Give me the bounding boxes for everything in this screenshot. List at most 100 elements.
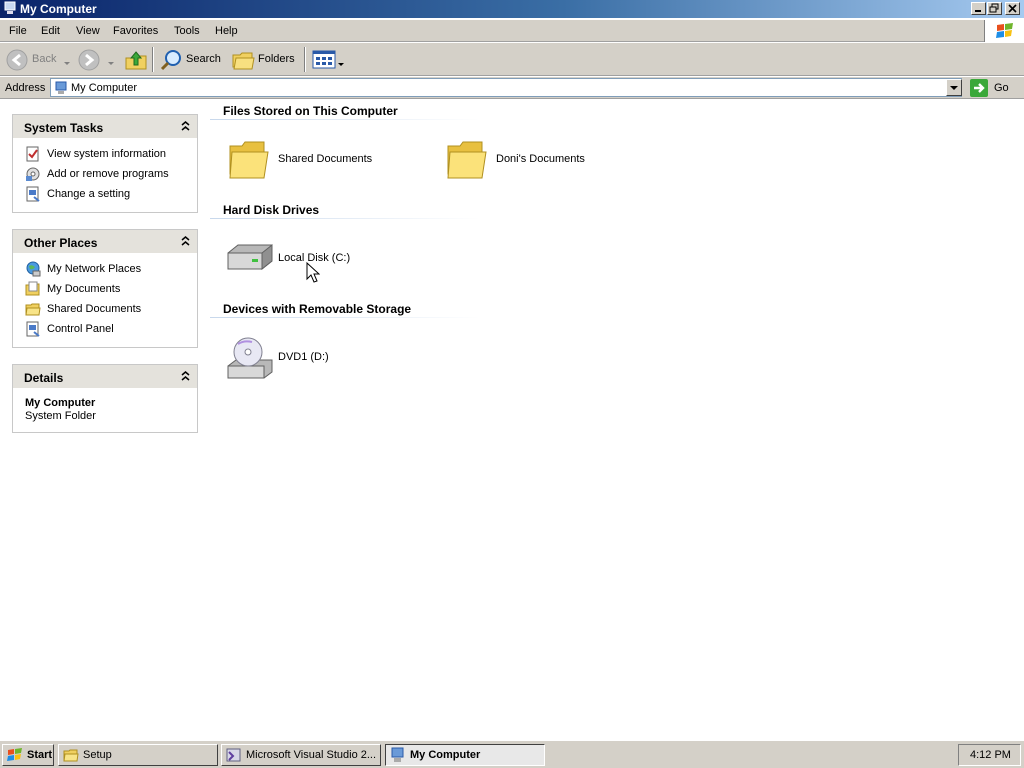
collapse-chevron-icon[interactable] [181, 121, 190, 134]
link-label: Shared Documents [47, 303, 142, 315]
group-divider [210, 317, 480, 318]
system-information-icon [25, 146, 41, 162]
local-disk-c-item[interactable]: Local Disk (C:) [226, 237, 366, 281]
system-tasks-title: System Tasks [24, 121, 104, 135]
item-label: Shared Documents [278, 153, 373, 165]
address-input[interactable]: My Computer [50, 78, 962, 97]
my-computer-icon [3, 1, 17, 18]
details-type: System Folder [25, 410, 96, 422]
folders-label: Folders [258, 53, 295, 65]
menu-favorites[interactable]: Favorites [113, 25, 158, 37]
up-folder-button[interactable] [124, 43, 148, 76]
search-icon [160, 48, 184, 75]
folders-button[interactable]: Folders [230, 43, 300, 76]
details-name: My Computer [25, 397, 96, 409]
address-value: My Computer [71, 82, 138, 94]
minimize-button[interactable] [971, 2, 986, 15]
dvd1-d-item[interactable]: DVD1 (D:) [226, 336, 366, 380]
other-places-header[interactable]: Other Places [13, 230, 197, 253]
forward-arrow-icon [78, 49, 100, 74]
group-header-hard-disk-drives: Hard Disk Drives [223, 203, 320, 217]
forward-button[interactable] [78, 43, 118, 76]
other-places-panel: Other Places My Network Places My Docume… [12, 229, 198, 348]
other-places-title: Other Places [24, 236, 98, 250]
address-bar: Address My Computer Go [0, 77, 1024, 99]
toolbar-separator [152, 47, 154, 72]
menu-tools[interactable]: Tools [174, 25, 200, 37]
details-title: Details [24, 371, 64, 385]
add-remove-programs-icon [25, 166, 41, 182]
system-tasks-panel: System Tasks View system information Add… [12, 114, 198, 213]
donis-documents-item[interactable]: Doni's Documents [444, 138, 614, 182]
collapse-chevron-icon[interactable] [181, 236, 190, 249]
link-label: My Network Places [47, 263, 142, 275]
address-dropdown-button[interactable] [946, 79, 962, 96]
back-button[interactable]: Back [4, 43, 74, 76]
my-computer-icon [54, 81, 68, 98]
back-label: Back [32, 53, 57, 65]
group-divider [210, 218, 480, 219]
windows-logo-icon [984, 20, 1024, 42]
menu-edit[interactable]: Edit [41, 25, 60, 37]
details-panel: Details My Computer System Folder [12, 364, 198, 433]
folder-icon [226, 138, 270, 183]
menu-bar: File Edit View Favorites Tools Help [0, 20, 1024, 42]
group-header-removable-storage: Devices with Removable Storage [223, 302, 412, 316]
taskbar: Start Setup Microsoft Visual Studio 2...… [0, 740, 1024, 768]
chevron-down-icon[interactable] [108, 57, 114, 69]
folders-icon [232, 49, 256, 74]
taskbar-button-setup[interactable]: Setup [58, 744, 218, 766]
folder-icon [25, 301, 41, 317]
restore-button[interactable] [987, 2, 1002, 15]
clock[interactable]: 4:12 PM [970, 749, 1011, 761]
menu-file[interactable]: File [9, 25, 27, 37]
item-label: Doni's Documents [496, 153, 585, 165]
details-header[interactable]: Details [13, 365, 197, 388]
link-label: View system information [47, 148, 167, 160]
control-panel-icon [25, 186, 41, 202]
chevron-down-icon[interactable] [64, 57, 70, 69]
menu-view[interactable]: View [76, 25, 100, 37]
link-label: Change a setting [47, 188, 131, 200]
back-arrow-icon [6, 49, 28, 74]
views-button[interactable] [310, 43, 346, 76]
group-header-files-stored: Files Stored on This Computer [223, 104, 398, 118]
go-button[interactable]: Go [968, 78, 1020, 98]
address-label: Address [5, 82, 46, 94]
menu-help[interactable]: Help [215, 25, 238, 37]
start-label: Start [27, 749, 53, 761]
shared-documents-item[interactable]: Shared Documents [226, 138, 396, 182]
up-folder-icon [124, 48, 148, 75]
search-label: Search [186, 53, 221, 65]
window-title: My Computer [20, 2, 97, 16]
link-label: My Documents [47, 283, 121, 295]
my-documents-icon [25, 281, 41, 297]
views-icon [312, 50, 336, 73]
system-tasks-header[interactable]: System Tasks [13, 115, 197, 138]
go-arrow-icon [970, 79, 988, 100]
chevron-down-icon[interactable] [338, 58, 344, 70]
taskbar-button-label: Setup [83, 749, 112, 761]
link-label: Add or remove programs [47, 168, 169, 180]
search-button[interactable]: Search [158, 43, 224, 76]
toolbar: Back Search Folders [0, 43, 1024, 76]
taskbar-button-label: My Computer [410, 749, 481, 761]
system-tray: 4:12 PM [958, 744, 1021, 766]
hard-disk-icon [226, 237, 274, 282]
taskbar-button-visual-studio[interactable]: Microsoft Visual Studio 2... [221, 744, 381, 766]
control-panel-icon [25, 321, 41, 337]
close-button[interactable] [1005, 2, 1020, 15]
toolbar-separator [304, 47, 306, 72]
visual-studio-icon [226, 747, 242, 765]
go-label: Go [994, 82, 1009, 94]
item-label: DVD1 (D:) [278, 351, 329, 363]
start-button[interactable]: Start [2, 744, 54, 766]
windows-logo-icon [7, 747, 23, 765]
taskbar-button-label: Microsoft Visual Studio 2... [246, 749, 377, 761]
link-label: Control Panel [47, 323, 114, 335]
mouse-cursor-icon [306, 261, 321, 287]
folder-icon [444, 138, 488, 183]
collapse-chevron-icon[interactable] [181, 371, 190, 384]
title-bar[interactable]: My Computer [0, 0, 1024, 18]
taskbar-button-my-computer[interactable]: My Computer [385, 744, 545, 766]
